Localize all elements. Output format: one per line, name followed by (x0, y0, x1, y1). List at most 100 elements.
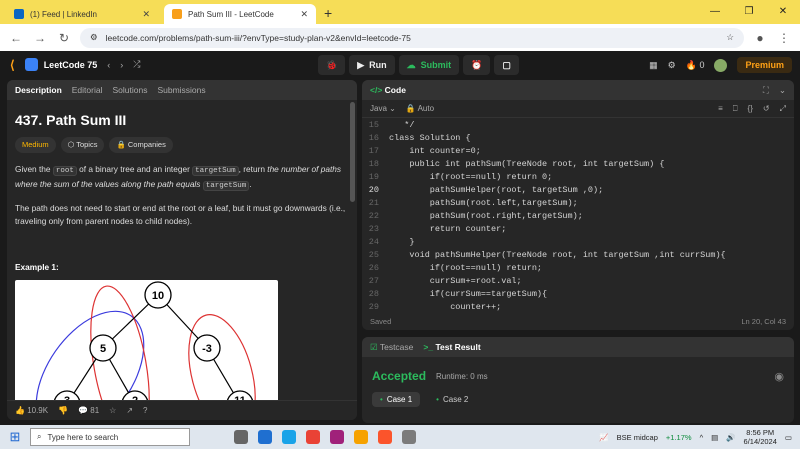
statement-text: of a binary tree and an integer (76, 164, 193, 174)
avatar[interactable] (714, 58, 728, 72)
tab-solutions[interactable]: Solutions (112, 85, 147, 95)
profile-avatar[interactable]: ● (752, 31, 768, 45)
tab-description[interactable]: Description (15, 85, 62, 95)
minimize-icon[interactable]: — (698, 0, 732, 24)
companies-chip[interactable]: 🔒 Companies (109, 136, 173, 153)
code-line: 18 public int pathSum(TreeNode root, int… (362, 157, 794, 170)
collapse-icon[interactable]: ⌄ (779, 85, 786, 96)
volume-icon[interactable]: 🔊 (726, 433, 735, 442)
path-highlight-red (188, 313, 256, 404)
back-icon[interactable]: ← (8, 31, 24, 45)
clock-time: 8:56 PM (746, 428, 775, 437)
chrome-icon[interactable] (306, 430, 320, 444)
forward-icon[interactable]: → (32, 31, 48, 45)
debug-button[interactable]: 🐞 (318, 55, 346, 75)
pass-dot-icon: • (436, 395, 439, 404)
next-problem-icon[interactable]: › (120, 60, 123, 70)
intellij-icon[interactable] (330, 430, 344, 444)
like-button[interactable]: 👍 10.9K (15, 406, 48, 415)
code-line: 15 */ (362, 118, 794, 131)
eye-icon[interactable]: ◉ (774, 370, 784, 383)
app-icon[interactable] (402, 430, 416, 444)
tab-title: (1) Feed | LinkedIn (30, 9, 98, 19)
maximize-icon[interactable]: ⛶ (763, 85, 769, 96)
code-line: 24 } (362, 235, 794, 248)
code-line: 23 return counter; (362, 222, 794, 235)
shuffle-icon[interactable]: ⤮ (133, 59, 140, 70)
stock-name[interactable]: BSE midcap (617, 433, 658, 442)
study-plan-title[interactable]: LeetCode 75 (24, 58, 97, 71)
layout-icon[interactable]: ▦ (649, 60, 658, 71)
reload-icon[interactable]: ↻ (56, 31, 72, 45)
bookmark-star-icon[interactable]: ☆ (726, 32, 734, 43)
close-tab-icon[interactable]: ✕ (142, 9, 150, 20)
dislike-icon[interactable]: 👎 (58, 406, 68, 415)
code-tab[interactable]: </> Code (370, 85, 406, 95)
line-text: pathSum(root.right,targetSum); (389, 210, 583, 221)
share-icon[interactable]: ↗ (126, 406, 133, 415)
svg-text:5: 5 (100, 343, 106, 355)
system-tray: 📈 BSE midcap +1.17% ^ ▤ 🔊 8:56 PM 6/14/2… (599, 425, 792, 449)
upload-icon: ☁ (406, 59, 416, 70)
favorite-star-icon[interactable]: ☆ (109, 406, 116, 415)
notes-button[interactable]: ▢ (494, 55, 519, 75)
leetcode-favicon-icon (172, 9, 182, 19)
result-body: Accepted Runtime: 0 ms ◉ • Case 1 • Case 2 (362, 357, 794, 415)
mail-icon[interactable] (258, 430, 272, 444)
code-editor[interactable]: 15 */ 16 class Solution { 17 int counter=… (362, 118, 794, 313)
browser-tab-leetcode[interactable]: Path Sum III - LeetCode ✕ (164, 4, 316, 24)
format-icon[interactable]: ≡ (718, 104, 723, 113)
window-controls: — ❐ ✕ (698, 0, 800, 24)
tab-submissions[interactable]: Submissions (157, 85, 205, 95)
task-view-icon[interactable] (234, 430, 248, 444)
example-label: Example 1: (15, 262, 59, 272)
browser-tab-linkedin[interactable]: (1) Feed | LinkedIn ✕ (6, 4, 158, 24)
chrome-active-icon[interactable] (354, 430, 368, 444)
run-button[interactable]: ▶ Run (349, 55, 395, 75)
topics-chip[interactable]: ⬡ Topics (60, 136, 105, 153)
case-1-tab[interactable]: • Case 1 (372, 392, 421, 407)
case-2-tab[interactable]: • Case 2 (428, 392, 476, 407)
edge-icon[interactable] (282, 430, 296, 444)
address-bar[interactable]: ⚙ leetcode.com/problems/path-sum-iii/?en… (80, 27, 744, 48)
navbar-right: ▦ ⚙ 🔥 0 Premium (649, 55, 792, 75)
browser-menu-icon[interactable]: ⋮ (776, 31, 792, 45)
streak-counter[interactable]: 🔥 0 (686, 60, 705, 71)
windows-start-icon[interactable]: ⊞ (0, 429, 30, 445)
settings-gear-icon[interactable]: ⚙ (668, 60, 676, 71)
cursor-position: Ln 20, Col 43 (741, 316, 786, 326)
site-info-icon[interactable]: ⚙ (90, 32, 98, 43)
play-icon: ▶ (357, 59, 365, 70)
notifications-icon[interactable]: ▭ (785, 433, 792, 442)
tab-test-result[interactable]: >_ Test Result (423, 342, 480, 352)
terminal-icon: >_ (423, 342, 434, 352)
new-tab-button[interactable]: + (324, 5, 332, 21)
reset-icon[interactable]: ↺ (763, 104, 770, 113)
help-icon[interactable]: ? (143, 406, 147, 415)
close-tab-icon[interactable]: ✕ (300, 9, 308, 20)
taskbar-search[interactable]: ⌕ Type here to search (30, 428, 190, 446)
network-icon[interactable]: ▤ (711, 433, 718, 442)
bookmark-icon[interactable]: ⎕ (733, 104, 738, 114)
leetcode-logo-icon[interactable]: ⟨ (10, 58, 15, 72)
tab-testcase[interactable]: ☑ Testcase (370, 342, 413, 353)
premium-button[interactable]: Premium (737, 57, 792, 73)
tab-editorial[interactable]: Editorial (72, 85, 103, 95)
description-scrollbar[interactable] (350, 102, 355, 202)
submit-button[interactable]: ☁ Submit (398, 55, 460, 75)
line-text: currSum+=root.val; (389, 275, 522, 286)
auto-mode-toggle[interactable]: 🔒 Auto (406, 104, 434, 113)
fullscreen-icon[interactable]: ⤢ (780, 104, 786, 114)
svg-text:10: 10 (152, 290, 164, 302)
restore-icon[interactable]: ❐ (732, 0, 766, 24)
close-window-icon[interactable]: ✕ (766, 0, 800, 24)
clock[interactable]: 8:56 PM 6/14/2024 (744, 428, 777, 446)
tray-chevron-icon[interactable]: ^ (700, 433, 704, 442)
braces-icon[interactable]: {} (748, 104, 753, 113)
timer-button[interactable]: ⏰ (463, 55, 491, 75)
prev-problem-icon[interactable]: ‹ (107, 60, 110, 70)
language-select[interactable]: Java ⌄ (370, 104, 396, 113)
comments-button[interactable]: 💬 81 (78, 406, 99, 415)
line-number: 22 (368, 210, 379, 221)
brave-icon[interactable] (378, 430, 392, 444)
